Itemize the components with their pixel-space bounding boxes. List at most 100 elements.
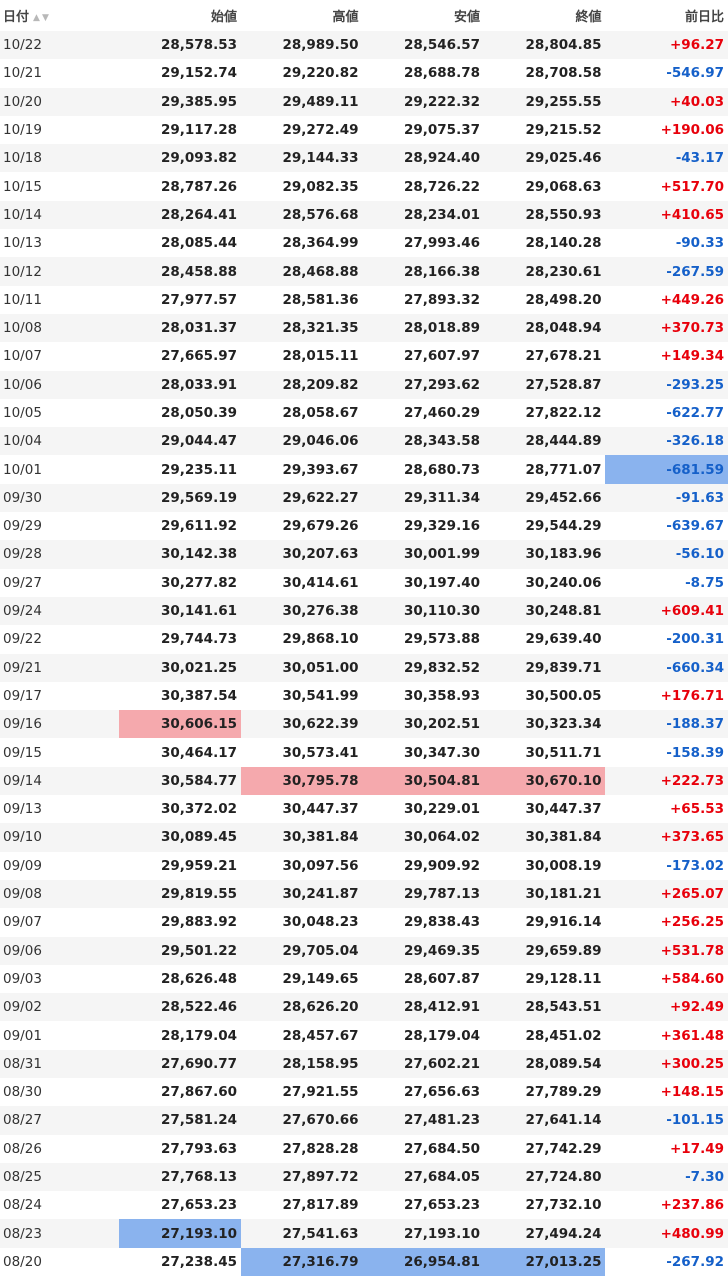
high-cell: 28,468.88 bbox=[240, 257, 363, 286]
low-cell: 27,607.97 bbox=[362, 342, 484, 371]
low-cell: 30,347.30 bbox=[362, 738, 484, 767]
open-cell: 28,787.26 bbox=[119, 172, 241, 201]
low-cell: 28,680.73 bbox=[362, 455, 484, 484]
low-cell: 27,684.05 bbox=[362, 1162, 484, 1192]
high-cell: 29,220.82 bbox=[240, 59, 363, 88]
change-cell: +256.25 bbox=[605, 908, 728, 937]
low-cell: 27,893.32 bbox=[362, 285, 484, 314]
close-cell: 29,068.63 bbox=[483, 172, 606, 201]
date-column-header[interactable]: 日付 ▲▼ bbox=[0, 0, 120, 31]
open-cell: 27,581.24 bbox=[119, 1106, 241, 1135]
table-row: 09/16 30,606.15 30,622.39 30,202.51 30,323.3… bbox=[0, 710, 728, 739]
high-cell: 28,321.35 bbox=[240, 313, 363, 343]
close-cell: 28,543.51 bbox=[483, 993, 606, 1022]
table-row: 10/06 28,033.91 28,209.82 27,293.62 27,528.8… bbox=[0, 370, 728, 399]
high-cell: 29,149.65 bbox=[240, 964, 363, 994]
table-row: 10/21 29,152.74 29,220.82 28,688.78 28,708.5… bbox=[0, 59, 728, 88]
change-column-header[interactable]: 前日比 bbox=[605, 0, 728, 31]
change-cell: +361.48 bbox=[605, 1021, 728, 1050]
low-cell: 30,202.51 bbox=[362, 710, 484, 739]
high-cell: 30,573.41 bbox=[240, 738, 363, 767]
close-cell: 27,013.25 bbox=[483, 1247, 606, 1277]
low-cell: 29,329.16 bbox=[362, 512, 484, 541]
date-cell: 09/10 bbox=[0, 823, 120, 852]
open-cell: 30,142.38 bbox=[119, 540, 241, 569]
high-cell: 30,048.23 bbox=[240, 908, 363, 937]
date-cell: 10/05 bbox=[0, 398, 120, 428]
change-cell: +40.03 bbox=[605, 87, 728, 116]
close-cell: 30,248.81 bbox=[483, 596, 606, 626]
high-cell: 28,989.50 bbox=[240, 31, 363, 60]
date-cell: 10/22 bbox=[0, 31, 120, 60]
open-cell: 30,606.15 bbox=[119, 710, 241, 739]
change-cell: -56.10 bbox=[605, 540, 728, 569]
open-cell: 29,235.11 bbox=[119, 455, 241, 484]
change-cell: -158.39 bbox=[605, 738, 728, 767]
table-row: 10/08 28,031.37 28,321.35 28,018.89 28,048.9… bbox=[0, 313, 728, 343]
close-cell: 29,025.46 bbox=[483, 144, 606, 173]
close-cell: 27,822.12 bbox=[483, 398, 606, 428]
close-cell: 27,789.29 bbox=[483, 1077, 606, 1107]
open-cell: 29,819.55 bbox=[119, 879, 241, 909]
change-cell: -326.18 bbox=[605, 427, 728, 456]
open-cell: 29,093.82 bbox=[119, 144, 241, 173]
close-cell: 30,183.96 bbox=[483, 540, 606, 569]
sort-icons[interactable]: ▲▼ bbox=[33, 13, 51, 23]
low-cell: 29,573.88 bbox=[362, 625, 484, 654]
table-row: 09/10 30,089.45 30,381.84 30,064.02 30,381.8… bbox=[0, 823, 728, 852]
low-cell: 29,222.32 bbox=[362, 87, 484, 116]
open-cell: 30,584.77 bbox=[119, 766, 241, 796]
high-column-header[interactable]: 高値 bbox=[240, 0, 363, 31]
low-cell: 27,656.63 bbox=[362, 1077, 484, 1107]
close-column-header[interactable]: 終値 bbox=[483, 0, 606, 31]
change-cell: +449.26 bbox=[605, 285, 728, 314]
table-row: 10/22 28,578.53 28,989.50 28,546.57 28,804.8… bbox=[0, 31, 728, 60]
low-cell: 28,924.40 bbox=[362, 144, 484, 173]
open-cell: 27,665.97 bbox=[119, 342, 241, 371]
open-column-header[interactable]: 始値 bbox=[119, 0, 241, 31]
low-column-header[interactable]: 安値 bbox=[362, 0, 484, 31]
close-cell: 30,240.06 bbox=[483, 568, 606, 597]
close-cell: 28,804.85 bbox=[483, 31, 606, 60]
open-cell: 29,044.47 bbox=[119, 427, 241, 456]
table-row: 10/01 29,235.11 29,393.67 28,680.73 28,771.0… bbox=[0, 455, 728, 484]
open-cell: 29,152.74 bbox=[119, 59, 241, 88]
date-cell: 10/07 bbox=[0, 342, 120, 371]
open-cell: 28,085.44 bbox=[119, 229, 241, 258]
change-cell: -43.17 bbox=[605, 144, 728, 173]
table-row: 09/06 29,501.22 29,705.04 29,469.35 29,659.8… bbox=[0, 936, 728, 965]
sort-asc-icon[interactable]: ▲ bbox=[33, 13, 42, 23]
low-cell: 28,607.87 bbox=[362, 964, 484, 994]
close-cell: 27,742.29 bbox=[483, 1134, 606, 1163]
date-cell: 08/31 bbox=[0, 1049, 120, 1078]
table-row: 10/07 27,665.97 28,015.11 27,607.97 27,678.2… bbox=[0, 342, 728, 371]
table-row: 09/13 30,372.02 30,447.37 30,229.01 30,447.3… bbox=[0, 795, 728, 824]
table-row: 09/27 30,277.82 30,414.61 30,197.40 30,240.0… bbox=[0, 568, 728, 597]
change-cell: +149.34 bbox=[605, 342, 728, 371]
low-cell: 27,193.10 bbox=[362, 1219, 484, 1248]
change-cell: +92.49 bbox=[605, 993, 728, 1022]
table-row: 10/13 28,085.44 28,364.99 27,993.46 28,140.2… bbox=[0, 229, 728, 258]
sort-desc-icon[interactable]: ▼ bbox=[42, 13, 51, 23]
low-cell: 30,358.93 bbox=[362, 681, 484, 711]
high-cell: 28,576.68 bbox=[240, 200, 363, 230]
low-cell: 29,311.34 bbox=[362, 483, 484, 513]
table-row: 10/15 28,787.26 29,082.35 28,726.22 29,068.6… bbox=[0, 172, 728, 201]
open-cell: 28,031.37 bbox=[119, 313, 241, 343]
close-cell: 28,444.89 bbox=[483, 427, 606, 456]
date-cell: 09/22 bbox=[0, 625, 120, 654]
open-cell: 27,238.45 bbox=[119, 1247, 241, 1277]
low-cell: 29,787.13 bbox=[362, 879, 484, 909]
table-row: 09/01 28,179.04 28,457.67 28,179.04 28,451.0… bbox=[0, 1021, 728, 1050]
change-cell: +531.78 bbox=[605, 936, 728, 965]
close-cell: 28,048.94 bbox=[483, 313, 606, 343]
date-cell: 09/27 bbox=[0, 568, 120, 597]
high-cell: 28,457.67 bbox=[240, 1021, 363, 1050]
change-cell: +17.49 bbox=[605, 1134, 728, 1163]
low-cell: 28,688.78 bbox=[362, 59, 484, 88]
open-cell: 28,626.48 bbox=[119, 964, 241, 994]
high-cell: 29,082.35 bbox=[240, 172, 363, 201]
change-cell: +265.07 bbox=[605, 879, 728, 909]
close-cell: 29,544.29 bbox=[483, 512, 606, 541]
close-cell: 27,528.87 bbox=[483, 370, 606, 399]
